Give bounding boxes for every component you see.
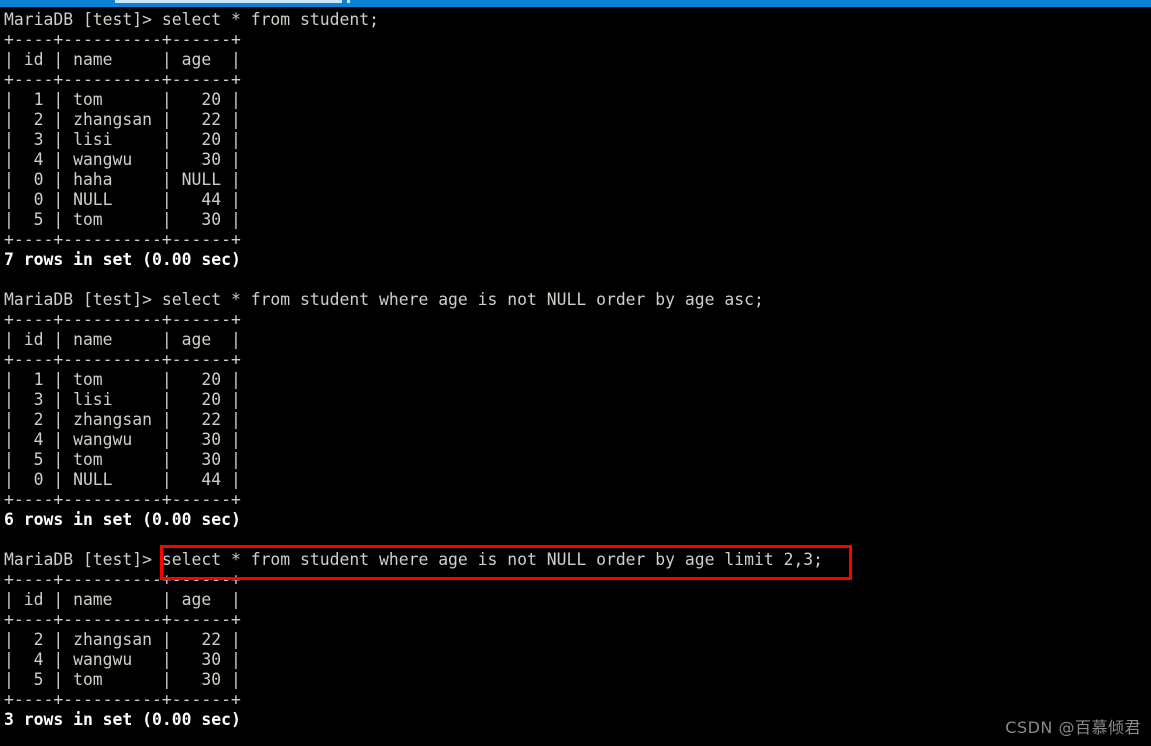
terminal-line: +----+----------+------+	[4, 490, 241, 509]
terminal-line: | 4 | wangwu | 30 |	[4, 150, 241, 169]
watermark: CSDN @百慕倾君	[1005, 718, 1141, 737]
terminal-line: +----+----------+------+	[4, 690, 241, 709]
terminal-line: | 4 | wangwu | 30 |	[4, 430, 241, 449]
terminal-line: | 0 | NULL | 44 |	[4, 470, 241, 489]
terminal-line: | 4 | wangwu | 30 |	[4, 650, 241, 669]
terminal-line: +----+----------+------+	[4, 610, 241, 629]
terminal-line: MariaDB [test]> select * from student;	[4, 10, 379, 29]
window-titlebar[interactable]	[0, 0, 1151, 7]
terminal-line: | 2 | zhangsan | 22 |	[4, 110, 241, 129]
terminal-output[interactable]: MariaDB [test]> select * from student; +-…	[0, 7, 1151, 746]
terminal-line: | 3 | lisi | 20 |	[4, 130, 241, 149]
terminal-line: | 2 | zhangsan | 22 |	[4, 630, 241, 649]
terminal-line: 3 rows in set (0.00 sec)	[4, 710, 241, 729]
titlebar-tab-segment[interactable]	[115, 0, 342, 3]
terminal-line: | 1 | tom | 20 |	[4, 90, 241, 109]
terminal-window: MariaDB [test]> select * from student; +-…	[0, 0, 1151, 746]
terminal-line: | 5 | tom | 30 |	[4, 210, 241, 229]
terminal-line: +----+----------+------+	[4, 310, 241, 329]
terminal-line: | id | name | age |	[4, 50, 241, 69]
terminal-line: 7 rows in set (0.00 sec)	[4, 250, 241, 269]
terminal-line: +----+----------+------+	[4, 230, 241, 249]
titlebar-tab-segment-secondary[interactable]	[347, 0, 350, 3]
terminal-line: | 5 | tom | 30 |	[4, 670, 241, 689]
terminal-line: | 0 | NULL | 44 |	[4, 190, 241, 209]
terminal-line: 6 rows in set (0.00 sec)	[4, 510, 241, 529]
terminal-line: | 1 | tom | 20 |	[4, 370, 241, 389]
terminal-line: | 2 | zhangsan | 22 |	[4, 410, 241, 429]
terminal-line: MariaDB [test]> select * from student wh…	[4, 550, 824, 569]
terminal-line: +----+----------+------+	[4, 70, 241, 89]
terminal-line: | 3 | lisi | 20 |	[4, 390, 241, 409]
terminal-line: | 0 | haha | NULL |	[4, 170, 241, 189]
terminal-line: | 5 | tom | 30 |	[4, 450, 241, 469]
terminal-line: MariaDB [test]> select * from student wh…	[4, 290, 764, 309]
terminal-line: +----+----------+------+	[4, 30, 241, 49]
terminal-line: | id | name | age |	[4, 590, 241, 609]
terminal-line: +----+----------+------+	[4, 570, 241, 589]
terminal-line: +----+----------+------+	[4, 350, 241, 369]
terminal-line: | id | name | age |	[4, 330, 241, 349]
